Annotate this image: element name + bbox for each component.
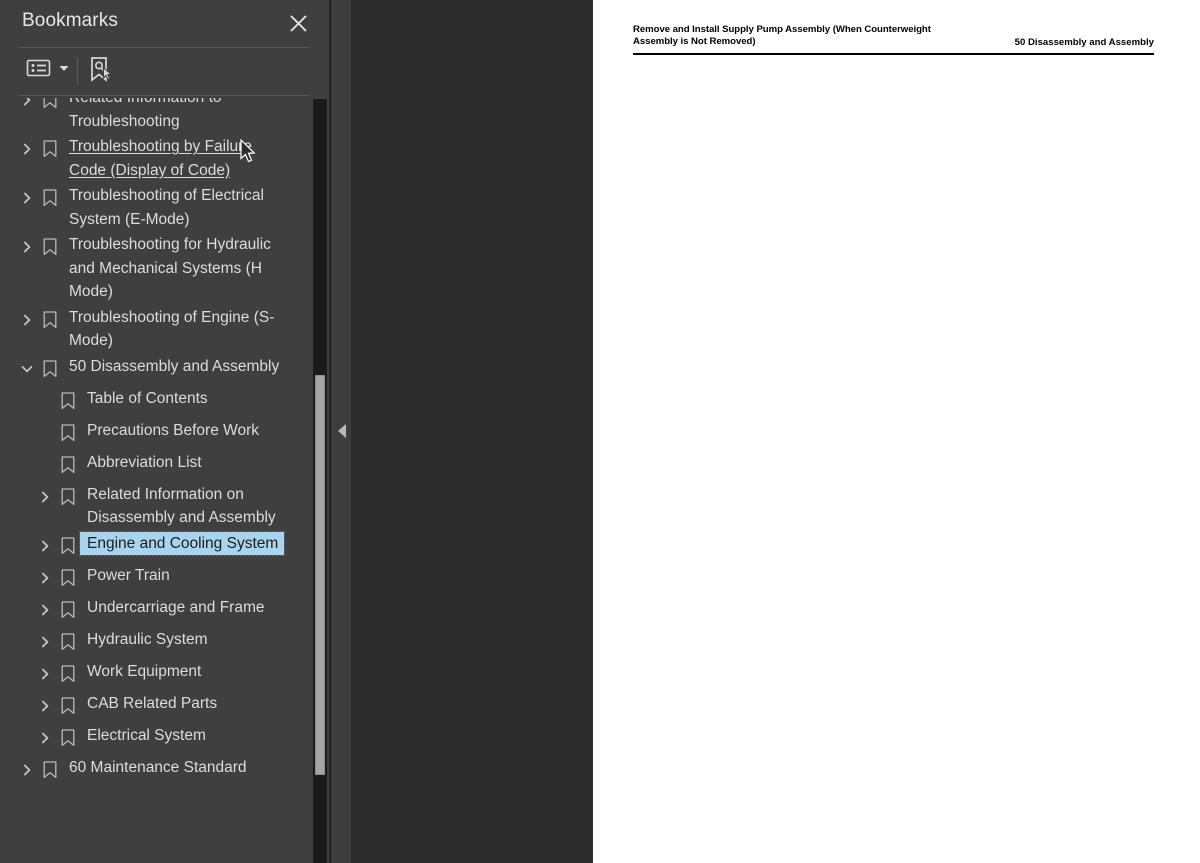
- bookmark-label: 50 Disassembly and Assembly: [69, 357, 280, 375]
- chevron-right-icon[interactable]: [34, 596, 56, 624]
- bookmarks-tree[interactable]: Related Information to Troubleshooting Tr…: [0, 98, 314, 863]
- chevron-right-icon[interactable]: [34, 564, 56, 592]
- bookmark-item[interactable]: Troubleshooting of Electrical System (E-…: [0, 183, 314, 232]
- bookmark-label: Engine and Cooling System: [78, 530, 286, 556]
- bookmark-item[interactable]: Related Information on Disassembly and A…: [0, 482, 314, 531]
- list-options-icon[interactable]: [26, 58, 69, 78]
- chevron-right-icon[interactable]: [34, 532, 56, 560]
- chevron-right-icon[interactable]: [16, 233, 38, 261]
- bookmark-item[interactable]: Troubleshooting by Failure Code (Display…: [0, 134, 314, 183]
- bookmark-label: Undercarriage and Frame: [87, 598, 265, 616]
- bookmark-item[interactable]: Electrical System: [0, 723, 314, 755]
- bookmark-item[interactable]: Related Information to Troubleshooting: [0, 98, 314, 134]
- bookmark-label: Related Information to Troubleshooting: [69, 98, 222, 130]
- twisty-spacer: [34, 419, 56, 447]
- header-section: 50 Disassembly and Assembly: [1014, 36, 1154, 48]
- panel-title: Bookmarks: [22, 10, 118, 31]
- bookmark-item[interactable]: 50 Disassembly and Assembly: [0, 354, 314, 386]
- bookmark-icon: [56, 660, 80, 688]
- bookmark-label: CAB Related Parts: [87, 694, 218, 712]
- bookmark-label: 60 Maintenance Standard: [69, 758, 247, 776]
- chevron-right-icon[interactable]: [34, 483, 56, 511]
- bookmark-icon: [38, 355, 62, 383]
- bookmark-item[interactable]: Engine and Cooling System: [0, 530, 314, 563]
- bookmark-item[interactable]: 60 Maintenance Standard: [0, 755, 314, 787]
- bookmark-label: Troubleshooting of Engine (S-Mode): [69, 308, 275, 350]
- bookmark-icon: [56, 532, 80, 560]
- bookmark-icon: [56, 387, 80, 415]
- bookmark-item[interactable]: Troubleshooting for Hydraulic and Mechan…: [0, 232, 314, 305]
- bookmark-label: Troubleshooting for Hydraulic and Mechan…: [69, 236, 271, 300]
- pdf-reader-window: Bookmarks Troubleshooting Troubleshootin…: [0, 0, 1200, 863]
- toolbar-divider: [77, 57, 78, 85]
- page-running-header: Remove and Install Supply Pump Assembly …: [633, 24, 1154, 49]
- close-icon[interactable]: [285, 10, 311, 36]
- bookmark-label: Electrical System: [87, 726, 206, 744]
- bookmark-label: Related Information on Disassembly and A…: [87, 485, 276, 527]
- bookmark-icon: [38, 184, 62, 212]
- new-bookmark-icon[interactable]: [88, 56, 114, 86]
- bookmark-icon: [38, 233, 62, 261]
- bookmarks-panel: Bookmarks Troubleshooting Troubleshootin…: [0, 0, 330, 863]
- bookmarks-toolbar: [0, 52, 330, 94]
- bookmark-item[interactable]: CAB Related Parts: [0, 691, 314, 723]
- bookmark-icon: [56, 451, 80, 479]
- chevron-right-icon[interactable]: [16, 756, 38, 784]
- triangle-left-icon[interactable]: [338, 424, 346, 438]
- header-rule: [633, 53, 1154, 55]
- bookmark-item[interactable]: Troubleshooting of Engine (S-Mode): [0, 305, 314, 354]
- bookmark-icon: [56, 419, 80, 447]
- bookmarks-scrollbar-thumb[interactable]: [315, 375, 325, 775]
- bookmark-icon: [56, 692, 80, 720]
- bookmark-label: Troubleshooting of Electrical System (E-…: [69, 187, 264, 228]
- bookmark-item[interactable]: Precautions Before Work: [0, 418, 314, 450]
- header-title: Remove and Install Supply Pump Assembly …: [633, 24, 931, 48]
- bookmark-label: Precautions Before Work: [87, 421, 260, 439]
- bookmark-item[interactable]: Table of Contents: [0, 386, 314, 418]
- bookmark-icon: [38, 756, 62, 784]
- chevron-right-icon[interactable]: [16, 135, 38, 163]
- bookmark-icon: [56, 596, 80, 624]
- chevron-right-icon[interactable]: [34, 628, 56, 656]
- bookmark-label: Table of Contents: [87, 389, 208, 407]
- bookmark-icon: [56, 724, 80, 752]
- bookmark-item[interactable]: Work Equipment: [0, 659, 314, 691]
- bookmark-item[interactable]: Hydraulic System: [0, 627, 314, 659]
- bookmark-icon: [38, 306, 62, 334]
- header-divider: [18, 47, 310, 48]
- bookmark-item[interactable]: Power Train: [0, 563, 314, 595]
- chevron-right-icon[interactable]: [34, 660, 56, 688]
- chevron-right-icon[interactable]: [16, 184, 38, 212]
- bookmark-icon: [38, 135, 62, 163]
- bookmark-icon: [56, 564, 80, 592]
- bookmark-label: Power Train: [87, 566, 170, 584]
- bookmark-label: Work Equipment: [87, 662, 202, 680]
- chevron-right-icon[interactable]: [34, 724, 56, 752]
- chevron-down-icon: [59, 59, 69, 77]
- document-page: Remove and Install Supply Pump Assembly …: [593, 0, 1200, 863]
- twisty-spacer: [34, 451, 56, 479]
- chevron-right-icon[interactable]: [34, 692, 56, 720]
- chevron-right-icon[interactable]: [16, 306, 38, 334]
- bookmark-label: Abbreviation List: [87, 453, 202, 471]
- bookmark-icon: [56, 483, 80, 511]
- bookmark-icon: [56, 628, 80, 656]
- bookmark-item[interactable]: Undercarriage and Frame: [0, 595, 314, 627]
- bookmark-item[interactable]: Abbreviation List: [0, 450, 314, 482]
- toolbar-divider-2: [18, 95, 310, 96]
- bookmark-label: Troubleshooting by Failure Code (Display…: [69, 138, 252, 179]
- bookmark-icon: [38, 98, 62, 114]
- chevron-right-icon[interactable]: [16, 98, 38, 114]
- chevron-down-icon[interactable]: [16, 355, 38, 383]
- twisty-spacer: [34, 387, 56, 415]
- bookmark-label: Hydraulic System: [87, 630, 208, 648]
- bookmarks-panel-header: Bookmarks: [0, 0, 329, 46]
